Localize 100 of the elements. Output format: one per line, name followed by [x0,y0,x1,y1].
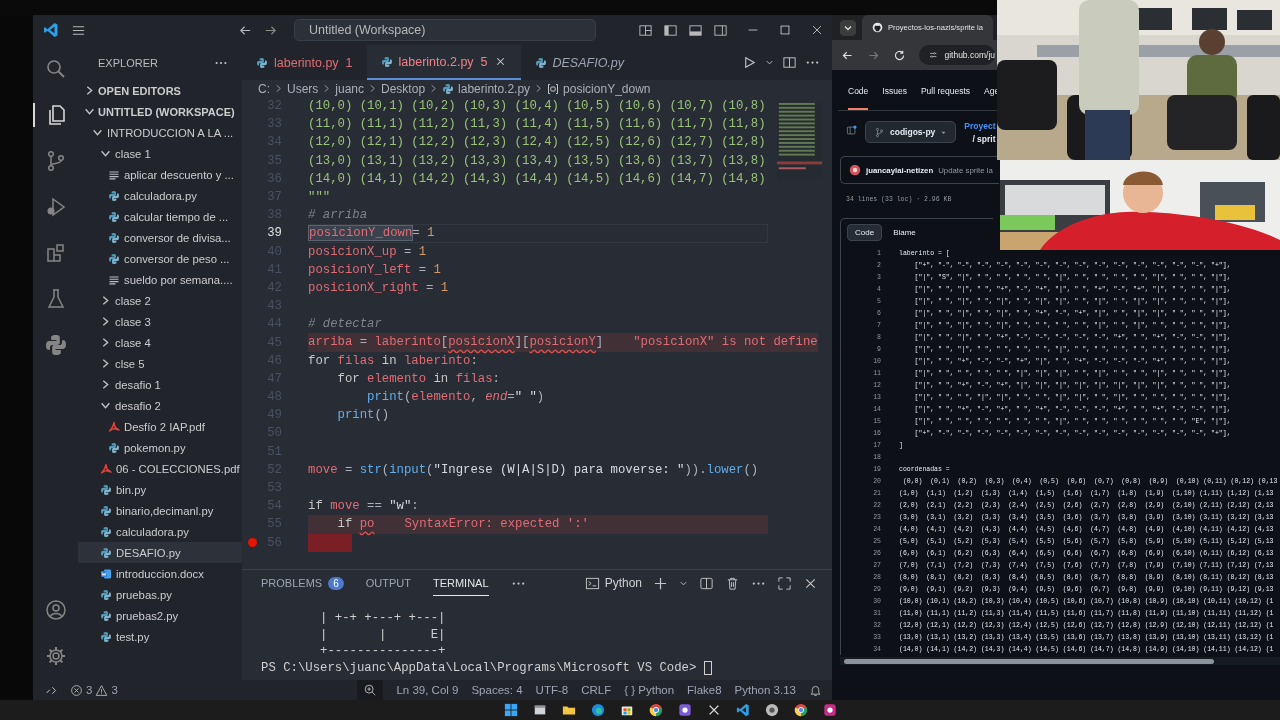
file-name: test.py [116,630,150,643]
tree-item[interactable]: clase 2 [78,290,242,311]
address-field[interactable]: github.com/ju [919,45,995,65]
tab-list-button[interactable] [840,19,856,36]
app-icon[interactable] [822,703,837,717]
tree-item[interactable]: calculadora.py [78,185,242,206]
split-terminal-icon[interactable] [699,575,714,591]
breadcrumb[interactable]: C: [258,81,270,96]
layout-icon[interactable] [638,22,653,38]
reload-icon[interactable] [893,48,906,62]
tree-item[interactable]: Desfío 2 IAP.pdf [78,416,242,437]
run-icon[interactable] [742,55,757,70]
editor-tab[interactable]: laberinto.py 1 [242,45,367,80]
status-item[interactable]: Flake8 [687,684,722,696]
browser-icon[interactable] [648,703,663,717]
sidebar-toggle-icon[interactable] [663,22,678,38]
tree-item[interactable]: bin.py [78,479,242,500]
terminal-line: +---------------+ [319,644,446,659]
start-icon[interactable] [503,703,518,717]
tree-item[interactable]: calcular tiempo de ... [78,206,242,227]
tree-item[interactable]: aplicar descuento y ... [78,164,242,185]
horizontal-scrollbar[interactable] [840,657,1280,665]
tree-item[interactable]: conversor de peso ... [78,248,242,269]
tree-item[interactable]: binario,decimanl.py [78,500,242,521]
branch-button[interactable]: codigos-py [865,121,957,143]
browser-icon[interactable] [590,703,605,717]
tree-item[interactable]: test.py [78,626,242,647]
file-name: desafio 1 [115,378,161,391]
python-file-icon [100,483,112,496]
tree-item[interactable]: pokemon.py [78,437,242,458]
python-icon[interactable] [43,333,68,357]
breadcrumb[interactable]: Users [287,81,319,96]
tree-item[interactable]: sueldo por semana.... [78,269,242,290]
tree-item[interactable]: clase 3 [78,311,242,332]
toggle-option[interactable]: Blame [886,224,923,240]
file-name: clase 1 [115,147,151,160]
close-icon[interactable] [810,23,824,37]
bell-icon[interactable] [809,683,822,697]
window-icon[interactable] [532,703,547,717]
status-item[interactable]: { } Python [624,684,675,696]
tree-item[interactable]: clase 1 [78,143,242,164]
tree-item[interactable]: clase 4 [78,332,242,353]
dropdown-icon[interactable] [765,58,774,67]
repo-tab[interactable]: Pull requests [920,86,971,110]
plus-icon[interactable] [653,575,668,591]
toggle-option[interactable]: Code [847,223,883,241]
split-editor-icon[interactable] [782,55,797,70]
editor-tab[interactable]: laberinto.2.py 5 [366,45,521,80]
panel-tab[interactable]: OUTPUT [365,570,411,596]
repo-tab[interactable]: Issues [882,86,907,110]
section-header[interactable]: OPEN EDITORS [78,80,242,101]
panel-toggle-icon[interactable] [688,22,703,38]
breadcrumb[interactable]: laberinto.2.py [458,81,531,96]
tree-item[interactable]: pruebas2.py [78,605,242,626]
app-icon[interactable] [677,703,692,717]
file-tree-icon[interactable] [846,125,857,136]
code-editor-icon[interactable] [735,703,750,717]
tree-item[interactable]: introduccion.docx [78,563,242,584]
zoom-icon[interactable] [357,680,384,700]
account-icon[interactable] [43,598,68,622]
breadcrumb[interactable]: posicionY_down [563,81,651,96]
maximize-icon[interactable] [777,575,792,591]
trash-icon[interactable] [725,575,740,591]
secondary-sidebar-icon[interactable] [713,22,728,38]
terminal-icon [584,575,600,591]
problems-status[interactable]: 3 3 [70,683,118,697]
section-header[interactable]: UNTITLED (WORKSPACE) [78,101,242,122]
tree-item[interactable]: INTRODUCCION A LA ... [78,122,242,143]
python-file-icon [100,525,112,538]
tree-item[interactable]: pruebas.py [78,584,242,605]
tree-item[interactable]: desafio 1 [78,374,242,395]
status-item[interactable]: Spaces: 4 [471,684,523,696]
status-item[interactable]: Python 3.13 [734,684,796,696]
maximize-icon[interactable] [778,23,792,37]
status-item[interactable]: Ln 39, Col 9 [396,684,459,696]
editor-tab[interactable]: DESAFIO.py [520,45,639,80]
python-file-icon [100,588,112,601]
browser-icon[interactable] [793,703,808,717]
status-item[interactable]: CRLF [581,684,612,696]
panel-tab[interactable]: TERMINAL [432,570,489,596]
panel-tab[interactable]: PROBLEMS 6 [261,570,344,596]
tree-item[interactable]: DESAFIO.py [78,542,242,563]
tree-item[interactable]: 06 - COLECCIONES.pdf [78,458,242,479]
command-center[interactable]: Untitled (Workspace) [294,19,596,41]
chevron-icon [534,84,544,93]
status-item[interactable]: UTF-8 [535,684,569,696]
python-file-icon [108,252,120,265]
python-file-icon [108,231,120,244]
repo-link[interactable]: Proyect [964,121,996,131]
file-name: INTRODUCCION A LA ... [107,126,234,139]
tree-item[interactable]: clse 5 [78,353,242,374]
tree-item[interactable]: desafio 2 [78,395,242,416]
repo-tab[interactable]: Code [848,86,869,110]
breadcrumb[interactable]: Desktop [381,81,426,96]
terminal-profile[interactable]: Python [584,575,642,591]
tree-item[interactable]: conversor de divisa... [78,227,242,248]
breadcrumb[interactable]: juanc [335,81,365,96]
breakpoint-icon[interactable] [248,538,257,548]
code-line: (12,0) (12,1) (12,2) (12,3) (12,4) (12,5) (12,6) (12,7) (12,8) [308,134,766,152]
tree-item[interactable]: calculadora.py [78,521,242,542]
